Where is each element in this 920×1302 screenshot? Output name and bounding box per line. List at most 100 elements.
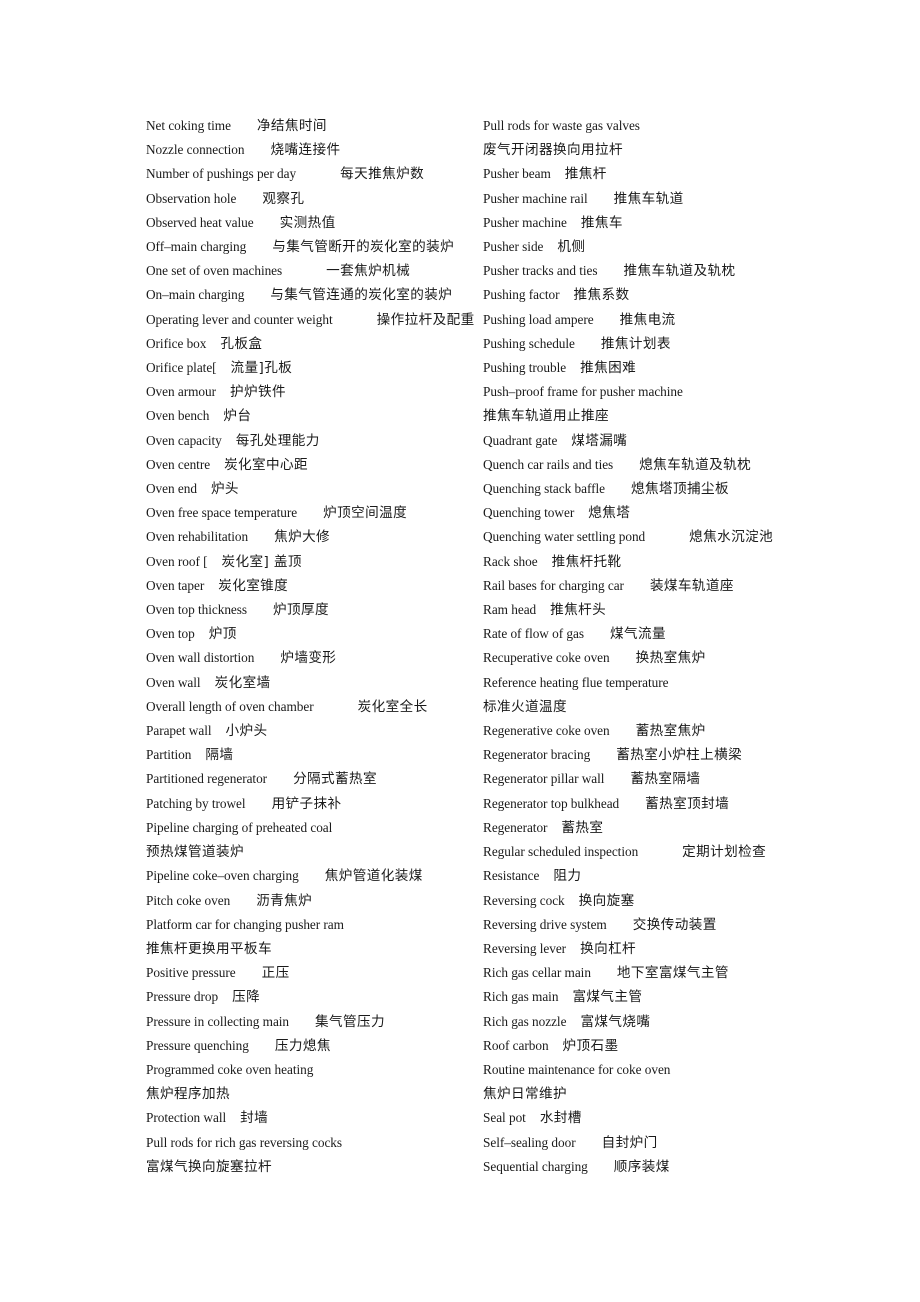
term-chinese: 炭化室中心距 bbox=[224, 456, 309, 473]
term-english: Oven armour bbox=[146, 384, 216, 400]
term-english: Sequential charging bbox=[483, 1158, 588, 1174]
term-english: Pushing factor bbox=[483, 287, 560, 303]
term-english: Pusher side bbox=[483, 239, 544, 255]
term-chinese: 推焦系数 bbox=[573, 287, 630, 304]
term-chinese: 推焦杆托靴 bbox=[551, 553, 622, 570]
glossary-entry: Pushing load ampere 推焦电流 bbox=[483, 308, 843, 332]
term-chinese: 推焦困难 bbox=[580, 360, 637, 377]
term-english: Pusher tracks and ties bbox=[483, 263, 598, 279]
glossary-entry: Regular scheduled inspection 定期计划检查 bbox=[483, 840, 843, 864]
glossary-entry: Oven top thickness 炉顶厚度 bbox=[146, 598, 481, 622]
term-english: Regenerator top bulkhead bbox=[483, 795, 620, 811]
term-english: Platform car for changing pusher ram bbox=[146, 916, 344, 932]
glossary-entry: Operating lever and counter weight 操作拉杆及配… bbox=[146, 308, 481, 332]
term-english: Quenching water settling pond bbox=[483, 529, 646, 545]
glossary-entry: Pusher machine 推焦车 bbox=[483, 211, 843, 235]
term-english: Operating lever and counter weight bbox=[146, 311, 333, 327]
term-english: Pull rods for waste gas valves bbox=[483, 118, 640, 133]
glossary-entry: Rich gas nozzle 富煤气烧嘴 bbox=[483, 1010, 843, 1034]
term-chinese: 蓄热室焦炉 bbox=[635, 723, 706, 740]
glossary-entry: Reversing lever 换向杠杆 bbox=[483, 937, 843, 961]
term-chinese: 熄焦塔 bbox=[588, 505, 631, 522]
term-english: Oven end bbox=[146, 481, 197, 497]
glossary-entry: Rich gas main 富煤气主管 bbox=[483, 985, 843, 1009]
term-english: Positive pressure bbox=[146, 965, 236, 981]
term-chinese: 炉顶 bbox=[208, 626, 237, 643]
term-english: Pushing load ampere bbox=[483, 311, 594, 327]
term-chinese: 炉顶石墨 bbox=[562, 1037, 619, 1054]
term-english: On–main charging bbox=[146, 287, 245, 303]
term-english: Reversing lever bbox=[483, 940, 567, 956]
glossary-entry: Regenerative coke oven 蓄热室焦炉 bbox=[483, 719, 843, 743]
term-chinese: 净结焦时间 bbox=[256, 118, 327, 134]
term-chinese: 推焦车轨道及轨枕 bbox=[623, 263, 736, 280]
term-english: Quench car rails and ties bbox=[483, 456, 614, 472]
glossary-entry: Nozzle connection 烧嘴连接件 bbox=[146, 138, 481, 162]
term-chinese: 一套焦炉机械 bbox=[326, 263, 411, 280]
term-english: Oven centre bbox=[146, 456, 211, 472]
term-chinese: 用铲子抹补 bbox=[271, 795, 342, 812]
term-chinese: 正压 bbox=[261, 965, 290, 982]
glossary-entry: Programmed coke oven heating 焦炉程序加热 bbox=[146, 1058, 481, 1106]
term-english: Reference heating flue temperature bbox=[483, 674, 669, 690]
term-english: Oven taper bbox=[146, 577, 205, 593]
glossary-entry: Observed heat value 实测热值 bbox=[146, 211, 481, 235]
term-chinese: 观察孔 bbox=[262, 190, 305, 207]
term-chinese: 富煤气烧嘴 bbox=[580, 1013, 651, 1030]
term-chinese: 炭化室全长 bbox=[357, 698, 428, 715]
term-chinese: 熄焦车轨道及轨枕 bbox=[639, 456, 752, 473]
glossary-entry: Quenching water settling pond 熄焦水沉淀池 bbox=[483, 525, 843, 549]
glossary-entry: Overall length of oven chamber 炭化室全长 bbox=[146, 695, 481, 719]
term-chinese: 焦炉日常维护 bbox=[483, 1086, 567, 1103]
term-chinese: 水封槽 bbox=[539, 1110, 582, 1127]
glossary-entry: Protection wall 封墙 bbox=[146, 1106, 481, 1130]
glossary-entry: Oven top 炉顶 bbox=[146, 622, 481, 646]
term-english: Pushing trouble bbox=[483, 360, 567, 376]
term-english: Partitioned regenerator bbox=[146, 771, 268, 787]
term-english: Rich gas cellar main bbox=[483, 965, 591, 981]
term-chinese: 炭化室锥度 bbox=[218, 577, 289, 594]
term-chinese: 流量]孔板 bbox=[230, 360, 293, 377]
term-chinese: 换向旋塞 bbox=[578, 892, 635, 909]
glossary-entry: Pusher tracks and ties 推焦车轨道及轨枕 bbox=[483, 259, 843, 283]
term-english: One set of oven machines bbox=[146, 263, 283, 279]
term-chinese: 压降 bbox=[232, 989, 261, 1006]
glossary-entry: Parapet wall 小炉头 bbox=[146, 719, 481, 743]
term-english: Oven top thickness bbox=[146, 602, 248, 618]
term-chinese: 压力熄焦 bbox=[274, 1037, 331, 1054]
glossary-entry: Quadrant gate 煤塔漏嘴 bbox=[483, 429, 843, 453]
glossary-entry: Recuperative coke oven 换热室焦炉 bbox=[483, 646, 843, 670]
term-english: Pressure drop bbox=[146, 989, 219, 1005]
term-english: Oven capacity bbox=[146, 432, 222, 448]
term-english: Oven bench bbox=[146, 408, 210, 424]
term-chinese: 机侧 bbox=[557, 239, 586, 256]
glossary-entry: Orifice box 孔板盒 bbox=[146, 332, 481, 356]
glossary-entry: Regenerator top bulkhead 蓄热室顶封墙 bbox=[483, 792, 843, 816]
term-english: Oven rehabilitation bbox=[146, 529, 249, 545]
term-english: Regenerator pillar wall bbox=[483, 771, 605, 787]
term-chinese: 自封炉门 bbox=[601, 1134, 658, 1151]
glossary-entry: Sequential charging 顺序装煤 bbox=[483, 1155, 843, 1179]
glossary-entry: Oven wall distortion 炉墙变形 bbox=[146, 646, 481, 670]
glossary-entry: Quenching stack baffle 熄焦塔顶捕尘板 bbox=[483, 477, 843, 501]
term-chinese: 隔墙 bbox=[205, 747, 234, 764]
term-chinese: 蓄热室顶封墙 bbox=[645, 795, 730, 812]
term-chinese: 炉顶厚度 bbox=[273, 602, 330, 619]
glossary-entry: Resistance 阻力 bbox=[483, 864, 843, 888]
term-english: Pressure in collecting main bbox=[146, 1013, 290, 1029]
glossary-entry: Oven free space temperature 炉顶空间温度 bbox=[146, 501, 481, 525]
term-chinese: 标准火道温度 bbox=[483, 698, 567, 715]
glossary-entry: Pusher beam 推焦杆 bbox=[483, 162, 843, 186]
glossary-entry: Seal pot 水封槽 bbox=[483, 1106, 843, 1130]
glossary-entry: Pushing schedule 推焦计划表 bbox=[483, 332, 843, 356]
term-english: Regenerator bracing bbox=[483, 747, 591, 763]
term-english: Resistance bbox=[483, 868, 540, 884]
term-chinese: 分隔式蓄热室 bbox=[293, 771, 378, 788]
term-english: Pipeline charging of preheated coal bbox=[146, 819, 333, 835]
term-english: Oven wall bbox=[146, 674, 201, 690]
glossary-column-left: Net coking time 净结焦时间 Nozzle connection 烧嘴连… bbox=[146, 114, 481, 1179]
term-chinese: 蓄热室 bbox=[561, 819, 604, 836]
glossary-entry: Self–sealing door 自封炉门 bbox=[483, 1131, 843, 1155]
term-chinese: 富煤气换向旋塞拉杆 bbox=[146, 1158, 272, 1175]
glossary-entry: Regenerator 蓄热室 bbox=[483, 816, 843, 840]
